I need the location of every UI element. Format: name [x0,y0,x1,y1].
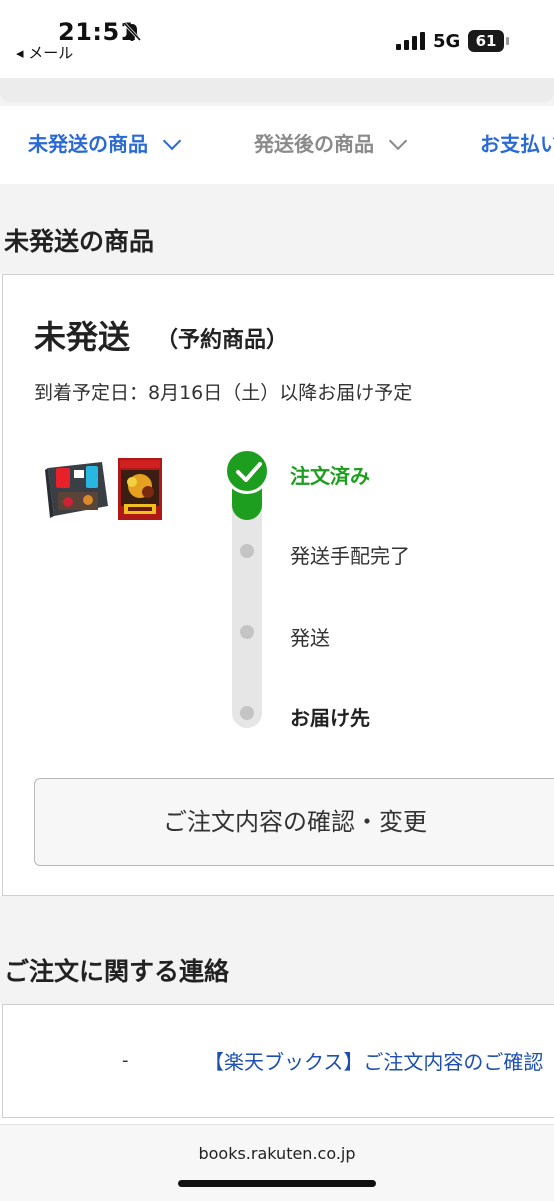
bell-muted-icon [123,22,142,42]
step-dot [240,625,254,639]
step-dot [240,544,254,558]
tab-unshipped[interactable]: 未発送の商品 [28,128,182,157]
battery-level: 61 [475,32,497,50]
section-title-contact: ご注文に関する連絡 [4,957,230,986]
back-to-mail-link[interactable]: ◂ メール [16,42,73,63]
tab-shipped-label: 発送後の商品 [254,132,374,156]
product-image-game[interactable] [118,458,162,520]
confirm-order-button-label: ご注文内容の確認・変更 [163,808,427,836]
contact-date: - [122,1050,129,1071]
tab-payment[interactable]: お支払い [480,128,554,157]
tab-shipped[interactable]: 発送後の商品 [254,128,408,157]
page-top-card-edge [0,78,554,102]
step-delivery-address[interactable]: お届け先 [290,702,370,731]
section-title-unshipped: 未発送の商品 [4,227,155,256]
tab-payment-label: お支払い [480,132,554,156]
order-status-note: （予約商品） [156,328,289,353]
network-type: 5G [433,31,461,52]
order-status: 未発送 [34,318,131,356]
address-bar[interactable]: books.rakuten.co.jp [0,1144,554,1163]
check-icon [224,448,270,494]
battery-icon: 61 [468,30,510,52]
product-image-console[interactable] [44,458,112,520]
step-ordered: 注文済み [290,464,370,488]
step-shipped: 発送 [290,626,330,650]
confirm-order-button[interactable]: ご注文内容の確認・変更 [34,778,554,866]
arrival-date: 到着予定日：8月16日（土）以降お届け予定 [34,382,413,404]
contact-message-link[interactable]: 【楽天ブックス】ご注文内容のご確認 [204,1046,554,1075]
home-indicator[interactable] [178,1180,376,1187]
signal-icon [396,32,425,50]
step-dot [240,706,254,720]
tab-unshipped-label: 未発送の商品 [28,132,148,156]
step-shipping-arranged: 発送手配完了 [290,544,410,568]
